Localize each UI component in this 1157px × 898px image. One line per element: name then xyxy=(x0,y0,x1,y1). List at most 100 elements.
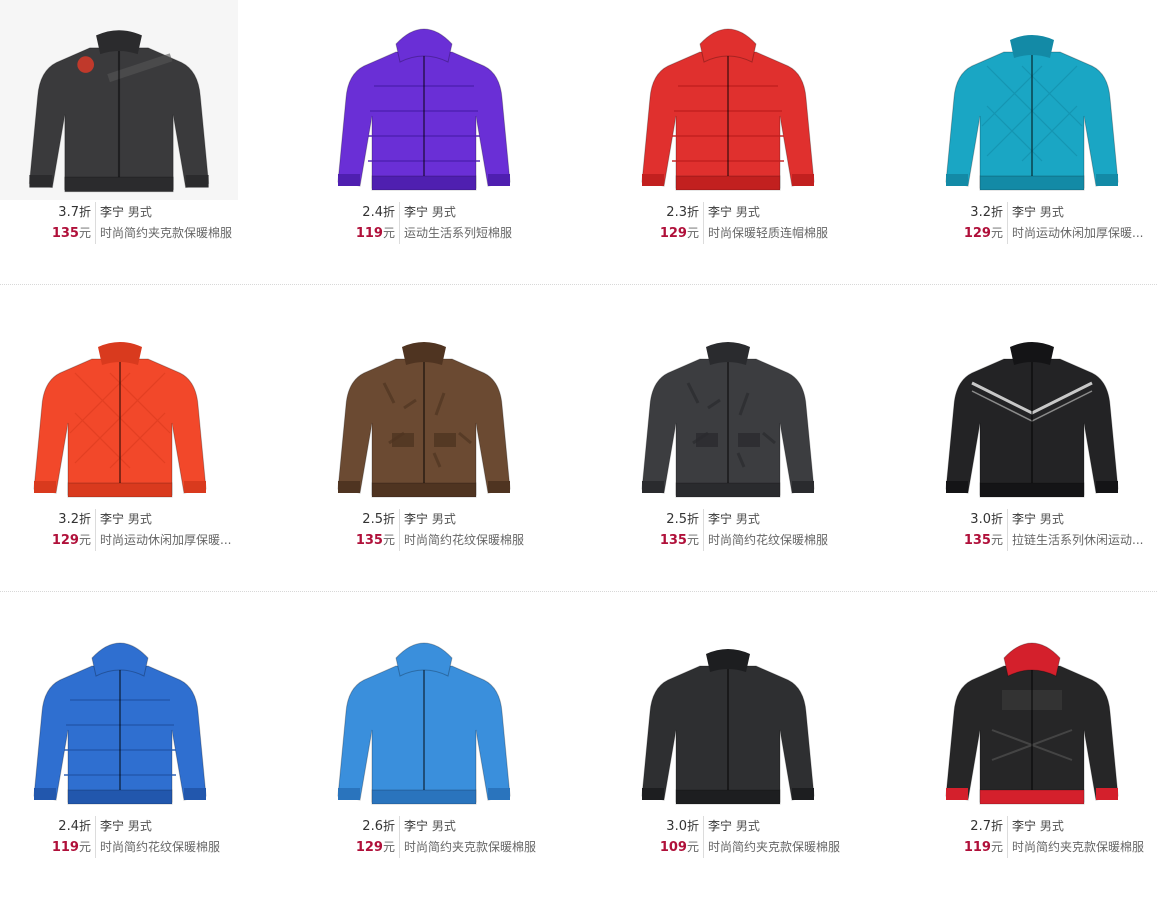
discount-value: 3.0 xyxy=(970,512,991,527)
product-name-link[interactable]: 时尚简约花纹保暖棉服 xyxy=(100,840,220,854)
discount-unit: 折 xyxy=(686,205,699,219)
discount-label: 3.7折 xyxy=(20,202,96,223)
product-card[interactable]: 2.3折 李宁 男式 129元 时尚保暖轻质连帽棉服 xyxy=(608,0,898,250)
product-card[interactable]: 3.2折 李宁 男式 129元 时尚运动休闲加厚保暖... xyxy=(0,307,290,557)
gender-label: 男式 xyxy=(1039,512,1064,526)
product-image[interactable] xyxy=(324,620,524,812)
product-name-link[interactable]: 时尚简约夹克款保暖棉服 xyxy=(1012,840,1144,854)
product-name-link[interactable]: 时尚简约夹克款保暖棉服 xyxy=(708,840,840,854)
product-name-link[interactable]: 运动生活系列短棉服 xyxy=(404,226,512,240)
discount-value: 3.0 xyxy=(666,819,687,834)
brand-name[interactable]: 李宁 xyxy=(708,819,732,833)
price-value: 135 xyxy=(963,533,991,548)
currency-unit: 元 xyxy=(382,226,395,240)
discount-label: 3.0折 xyxy=(932,509,1008,530)
discount-unit: 折 xyxy=(382,512,395,526)
gender-label: 男式 xyxy=(127,819,152,833)
discount-unit: 折 xyxy=(382,205,395,219)
brand-name[interactable]: 李宁 xyxy=(1012,819,1036,833)
brand-name[interactable]: 李宁 xyxy=(404,512,428,526)
product-card[interactable]: 2.5折 李宁 男式 135元 时尚简约花纹保暖棉服 xyxy=(608,307,898,557)
discount-label: 2.5折 xyxy=(628,509,704,530)
product-image[interactable] xyxy=(932,620,1132,812)
price-value: 135 xyxy=(51,226,79,241)
price-label: 129元 xyxy=(932,223,1008,244)
gender-label: 男式 xyxy=(735,512,760,526)
product-info: 3.7折 李宁 男式 135元 时尚简约夹克款保暖棉服 xyxy=(20,202,290,244)
currency-unit: 元 xyxy=(686,226,699,240)
gender-label: 男式 xyxy=(735,205,760,219)
brand-name[interactable]: 李宁 xyxy=(404,205,428,219)
product-info: 2.7折 李宁 男式 119元 时尚简约夹克款保暖棉服 xyxy=(932,816,1157,858)
product-card[interactable]: 2.4折 李宁 男式 119元 运动生活系列短棉服 xyxy=(304,0,594,250)
product-card[interactable]: 3.0折 李宁 男式 109元 时尚简约夹克款保暖棉服 xyxy=(608,614,898,864)
discount-label: 3.0折 xyxy=(628,816,704,837)
product-card[interactable]: 2.7折 李宁 男式 119元 时尚简约夹克款保暖棉服 xyxy=(912,614,1157,864)
discount-value: 2.4 xyxy=(58,819,79,834)
product-image[interactable] xyxy=(932,6,1132,198)
discount-label: 2.6折 xyxy=(324,816,400,837)
product-image[interactable] xyxy=(324,6,524,198)
discount-unit: 折 xyxy=(78,205,91,219)
product-name-link[interactable]: 拉链生活系列休闲运动... xyxy=(1012,533,1143,547)
product-card[interactable]: 2.5折 李宁 男式 135元 时尚简约花纹保暖棉服 xyxy=(304,307,594,557)
currency-unit: 元 xyxy=(78,226,91,240)
brand-name[interactable]: 李宁 xyxy=(100,512,124,526)
product-card[interactable]: 2.6折 李宁 男式 129元 时尚简约夹克款保暖棉服 xyxy=(304,614,594,864)
product-image[interactable] xyxy=(628,313,828,505)
product-info: 2.5折 李宁 男式 135元 时尚简约花纹保暖棉服 xyxy=(628,509,898,551)
product-name-link[interactable]: 时尚简约花纹保暖棉服 xyxy=(404,533,524,547)
gender-label: 男式 xyxy=(1039,205,1064,219)
price-label: 129元 xyxy=(20,530,96,551)
product-row: 3.2折 李宁 男式 129元 时尚运动休闲加厚保暖... 2.5折 李宁 男式 135元时… xyxy=(0,307,1157,591)
brand-name[interactable]: 李宁 xyxy=(708,205,732,219)
product-image[interactable] xyxy=(324,313,524,505)
product-info: 3.0折 李宁 男式 109元 时尚简约夹克款保暖棉服 xyxy=(628,816,898,858)
product-name-link[interactable]: 时尚运动休闲加厚保暖... xyxy=(100,533,231,547)
currency-unit: 元 xyxy=(990,226,1003,240)
product-image[interactable] xyxy=(628,620,828,812)
product-info: 3.2折 李宁 男式 129元 时尚运动休闲加厚保暖... xyxy=(932,202,1157,244)
price-label: 109元 xyxy=(628,837,704,858)
product-info: 2.6折 李宁 男式 129元 时尚简约夹克款保暖棉服 xyxy=(324,816,594,858)
product-card[interactable]: 3.2折 李宁 男式 129元 时尚运动休闲加厚保暖... xyxy=(912,0,1157,250)
discount-value: 2.5 xyxy=(362,512,383,527)
price-label: 119元 xyxy=(324,223,400,244)
product-name-link[interactable]: 时尚运动休闲加厚保暖... xyxy=(1012,226,1143,240)
product-image[interactable] xyxy=(628,6,828,198)
brand-name[interactable]: 李宁 xyxy=(100,205,124,219)
product-card[interactable]: 3.0折 李宁 男式 135元 拉链生活系列休闲运动... xyxy=(912,307,1157,557)
brand-name[interactable]: 李宁 xyxy=(1012,512,1036,526)
brand-name[interactable]: 李宁 xyxy=(1012,205,1036,219)
discount-unit: 折 xyxy=(78,819,91,833)
gender-label: 男式 xyxy=(127,512,152,526)
product-name-link[interactable]: 时尚保暖轻质连帽棉服 xyxy=(708,226,828,240)
price-value: 119 xyxy=(51,840,79,855)
product-card[interactable]: 2.4折 李宁 男式 119元 时尚简约花纹保暖棉服 xyxy=(0,614,290,864)
product-name-link[interactable]: 时尚简约夹克款保暖棉服 xyxy=(100,226,232,240)
currency-unit: 元 xyxy=(78,840,91,854)
discount-unit: 折 xyxy=(382,819,395,833)
discount-unit: 折 xyxy=(686,819,699,833)
product-name-link[interactable]: 时尚简约夹克款保暖棉服 xyxy=(404,840,536,854)
gender-label: 男式 xyxy=(431,512,456,526)
product-info: 3.2折 李宁 男式 129元 时尚运动休闲加厚保暖... xyxy=(20,509,290,551)
product-image[interactable] xyxy=(0,0,238,200)
brand-name[interactable]: 李宁 xyxy=(404,819,428,833)
gender-label: 男式 xyxy=(735,819,760,833)
gender-label: 男式 xyxy=(1039,819,1064,833)
price-label: 135元 xyxy=(20,223,96,244)
product-info: 2.4折 李宁 男式 119元 运动生活系列短棉服 xyxy=(324,202,594,244)
product-image[interactable] xyxy=(20,313,220,505)
product-name-link[interactable]: 时尚简约花纹保暖棉服 xyxy=(708,533,828,547)
brand-name[interactable]: 李宁 xyxy=(708,512,732,526)
price-label: 119元 xyxy=(932,837,1008,858)
product-image[interactable] xyxy=(932,313,1132,505)
gender-label: 男式 xyxy=(431,205,456,219)
product-image[interactable] xyxy=(20,620,220,812)
brand-name[interactable]: 李宁 xyxy=(100,819,124,833)
discount-value: 3.2 xyxy=(970,205,991,220)
discount-value: 2.6 xyxy=(362,819,383,834)
currency-unit: 元 xyxy=(382,533,395,547)
product-card[interactable]: 3.7折 李宁 男式 135元 时尚简约夹克款保暖棉服 xyxy=(0,0,290,250)
